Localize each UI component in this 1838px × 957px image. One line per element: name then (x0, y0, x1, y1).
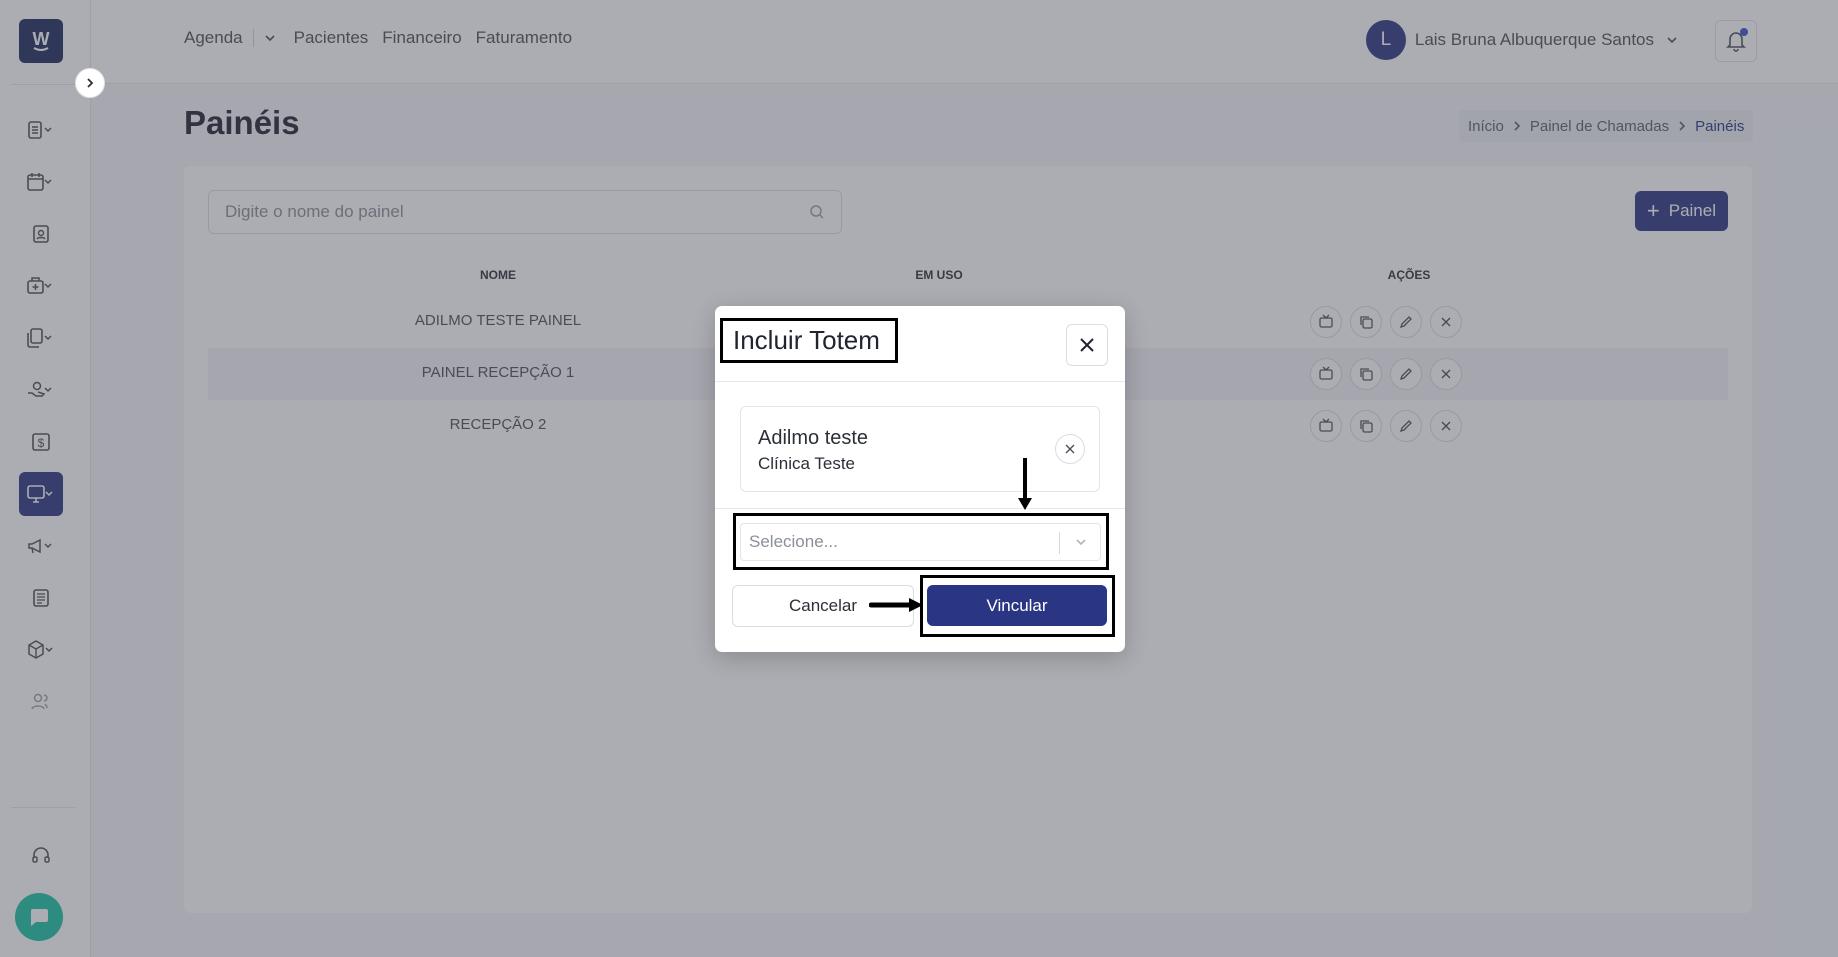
arrow-right-icon (869, 598, 923, 612)
modal-title: Incluir Totem (720, 318, 898, 363)
chevron-right-icon (87, 78, 94, 88)
modal-close-button[interactable] (1066, 324, 1108, 366)
totem-name: Adilmo teste (758, 427, 869, 449)
arrow-down-icon (1018, 458, 1032, 510)
close-icon (1065, 444, 1075, 454)
select-placeholder: Selecione... (749, 532, 838, 551)
chevron-down-icon (1076, 539, 1086, 546)
remove-totem-button[interactable] (1055, 434, 1085, 464)
modal-header: Incluir Totem (715, 306, 1125, 382)
sidebar-collapse-button[interactable] (75, 68, 105, 98)
link-button[interactable]: Vincular (927, 585, 1107, 626)
select-highlight: Selecione... (733, 513, 1109, 570)
select-separator (1059, 532, 1060, 554)
close-icon (1080, 338, 1094, 352)
linked-totem-card: Adilmo teste Clínica Teste (740, 406, 1100, 492)
totem-clinic: Clínica Teste (758, 454, 856, 473)
confirm-highlight: Vincular (920, 575, 1115, 637)
include-totem-modal: Incluir Totem Adilmo teste Clínica Teste… (715, 306, 1125, 652)
modal-divider (715, 508, 1125, 509)
totem-select[interactable]: Selecione... (740, 523, 1101, 561)
